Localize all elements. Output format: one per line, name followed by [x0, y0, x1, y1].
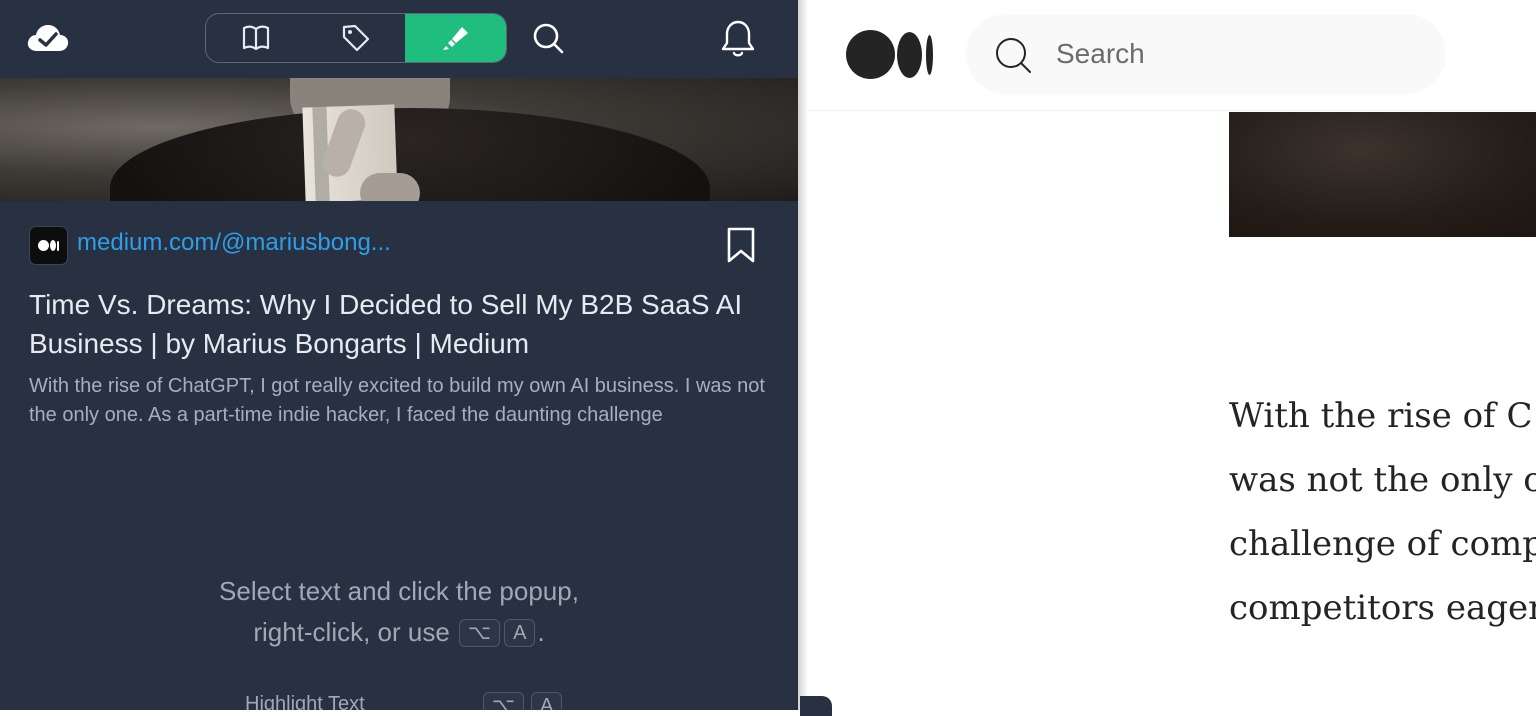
extension-toolbar [0, 0, 798, 78]
shortcut-row: Highlight Text ⌥ A [245, 692, 575, 710]
tab-tags[interactable] [306, 14, 406, 62]
a-key: A [504, 619, 536, 647]
panel-resize-handle[interactable] [800, 696, 832, 716]
article-line: was not the only o [1229, 460, 1536, 500]
hint-prefix: right-click, or use [253, 617, 450, 647]
shortcut-label: Highlight Text [245, 693, 365, 710]
source-link[interactable]: medium.com/@mariusbong... [77, 229, 391, 257]
article-line: With the rise of C [1229, 396, 1533, 436]
view-switcher [205, 13, 507, 63]
medium-search-input[interactable] [1056, 32, 1416, 76]
medium-header [808, 0, 1536, 111]
article-hero-image [1229, 112, 1536, 237]
extension-panel: medium.com/@mariusbong... Time Vs. Dream… [0, 0, 798, 710]
highlight-hint: Select text and click the popup, right-c… [0, 571, 798, 653]
search-icon[interactable] [530, 20, 566, 56]
hint-suffix: . [537, 617, 545, 647]
medium-search-bar[interactable] [966, 14, 1446, 94]
article-banner-image [0, 78, 798, 201]
article-line: challenge of comp [1229, 524, 1536, 564]
medium-page: With the rise of C was not the only o ch… [808, 0, 1536, 710]
article-body: With the rise of C was not the only o ch… [1229, 384, 1536, 640]
tab-read[interactable] [206, 14, 306, 62]
panel-shadow [798, 0, 808, 710]
article-title[interactable]: Time Vs. Dreams: Why I Decided to Sell M… [29, 285, 769, 363]
shortcut-a-key: A [531, 692, 563, 710]
option-key: ⌥ [459, 619, 501, 647]
shortcut-option-key: ⌥ [483, 692, 525, 710]
article-description: With the rise of ChatGPT, I got really e… [29, 375, 765, 426]
medium-favicon-icon [29, 226, 68, 265]
highlighter-icon [442, 27, 468, 50]
article-line: competitors eager [1229, 588, 1536, 628]
hint-line-2: right-click, or use ⌥ A. [0, 612, 798, 653]
tab-highlights[interactable] [405, 14, 506, 62]
hint-line-1: Select text and click the popup, [219, 576, 579, 606]
bell-icon[interactable] [719, 18, 757, 58]
book-icon [242, 25, 269, 51]
medium-logo-icon[interactable] [846, 30, 938, 80]
bookmark-icon[interactable] [725, 226, 757, 264]
cloud-check-icon[interactable] [27, 24, 69, 52]
search-icon [996, 38, 1031, 73]
tag-icon [342, 24, 369, 52]
